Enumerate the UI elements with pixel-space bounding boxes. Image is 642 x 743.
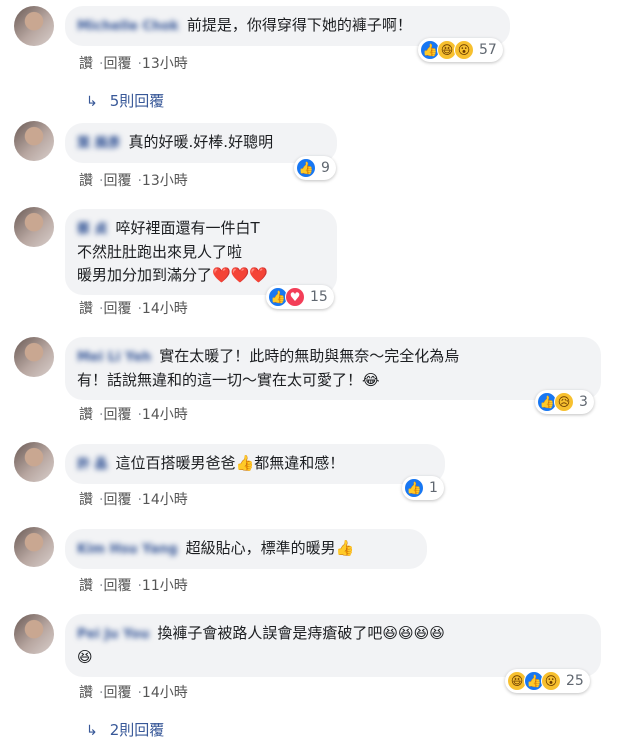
comment-actions: 讚 ·回覆 ·14小時 xyxy=(79,301,188,317)
avatar[interactable] xyxy=(14,337,54,377)
timestamp[interactable]: 14小時 xyxy=(142,492,188,508)
avatar[interactable] xyxy=(14,614,54,654)
comment-bubble: Pei Ju You 換褲子會被路人誤會是痔瘡破了吧😆😆😆😆 😆 xyxy=(65,614,601,677)
comment-line-1: 啐好裡面還有一件白T xyxy=(115,219,260,237)
reactions-summary[interactable]: 👍 1 xyxy=(402,476,444,500)
reaction-count: 3 xyxy=(579,394,588,410)
commenter-name[interactable]: Michelle Chok xyxy=(77,15,179,38)
reply-link[interactable]: 回覆 xyxy=(103,173,131,189)
comment-actions: 讚 ·回覆 ·14小時 xyxy=(79,407,188,423)
comment-line-2: 有！話說無違和的這一切～實在太可愛了！😂 xyxy=(77,371,380,389)
comment-text: 真的好暖.好棒.好聰明 xyxy=(128,133,274,151)
comment-line-1: 換褲子會被路人誤會是痔瘡破了吧😆😆😆😆 xyxy=(157,624,445,642)
comment-actions: 讚 ·回覆 ·13小時 xyxy=(79,56,188,72)
commenter-name[interactable]: Kim Hsu Yang xyxy=(77,538,178,561)
like-icon: 👍 xyxy=(404,478,424,498)
comment-line-2: 不然肚肚跑出來見人了啦 xyxy=(77,243,243,261)
reaction-count: 15 xyxy=(310,289,328,305)
reaction-count: 9 xyxy=(321,160,330,176)
reactions-summary[interactable]: 👍 ♥ 15 xyxy=(266,285,334,309)
comment-bubble: 葉 展彥 真的好暖.好棒.好聰明 xyxy=(65,123,337,163)
commenter-name[interactable]: 蔡 貞 xyxy=(77,218,108,241)
reply-arrow-icon: ↳ xyxy=(86,94,98,110)
timestamp[interactable]: 14小時 xyxy=(142,301,188,317)
timestamp[interactable]: 11小時 xyxy=(142,578,188,594)
reaction-count: 57 xyxy=(479,42,497,58)
like-icon: 👍 xyxy=(296,158,316,178)
view-replies[interactable]: ↳ 5則回覆 xyxy=(86,90,164,111)
reply-link[interactable]: 回覆 xyxy=(103,407,131,423)
comment-bubble: 許 晶這位百搭暖男爸爸👍都無違和感！ xyxy=(65,444,445,484)
comment-bubble: Kim Hsu Yang 超級貼心，標準的暖男👍 xyxy=(65,529,427,569)
like-link[interactable]: 讚 xyxy=(79,301,93,317)
like-link[interactable]: 讚 xyxy=(79,685,93,701)
avatar[interactable] xyxy=(14,442,54,482)
avatar[interactable] xyxy=(14,207,54,247)
view-replies[interactable]: ↳ 2則回覆 xyxy=(86,719,164,740)
comment-line-1: 實在太暖了！此時的無助與無奈～完全化為烏 xyxy=(159,347,460,365)
commenter-name[interactable]: 葉 展彥 xyxy=(77,132,121,155)
reactions-summary[interactable]: 👍 😥 3 xyxy=(535,390,594,414)
reaction-count: 1 xyxy=(429,480,438,496)
comment-line-2: 😆 xyxy=(77,648,93,666)
reactions-summary[interactable]: 👍 😆 😮 57 xyxy=(418,38,503,62)
comment-line-3: 暖男加分加到滿分了❤️❤️❤️ xyxy=(77,266,269,284)
comment-text: 超級貼心，標準的暖男👍 xyxy=(185,539,355,557)
comment-text: 前提是，你得穿得下她的褲子啊！ xyxy=(186,16,412,34)
reply-link[interactable]: 回覆 xyxy=(103,301,131,317)
avatar[interactable] xyxy=(14,6,54,46)
reply-link[interactable]: 回覆 xyxy=(103,685,131,701)
timestamp[interactable]: 13小時 xyxy=(142,56,188,72)
reaction-count: 25 xyxy=(566,673,584,689)
replies-label[interactable]: 2則回覆 xyxy=(110,721,165,739)
comment-actions: 讚 ·回覆 ·14小時 xyxy=(79,492,188,508)
commenter-name[interactable]: Pei Ju You xyxy=(77,623,149,646)
comment-actions: 讚 ·回覆 ·14小時 xyxy=(79,685,188,701)
avatar[interactable] xyxy=(14,527,54,567)
reply-arrow-icon: ↳ xyxy=(86,723,98,739)
replies-label[interactable]: 5則回覆 xyxy=(110,92,165,110)
wow-icon: 😮 xyxy=(541,671,561,691)
comment-bubble: Mei Li Yeh 實在太暖了！此時的無助與無奈～完全化為烏 有！話說無違和的這… xyxy=(65,337,601,400)
sad-icon: 😥 xyxy=(554,392,574,412)
like-link[interactable]: 讚 xyxy=(79,56,93,72)
like-link[interactable]: 讚 xyxy=(79,578,93,594)
comment-text: 這位百搭暖男爸爸👍都無違和感！ xyxy=(115,454,345,472)
wow-icon: 😮 xyxy=(454,40,474,60)
commenter-name[interactable]: Mei Li Yeh xyxy=(77,346,151,369)
timestamp[interactable]: 14小時 xyxy=(142,407,188,423)
reply-link[interactable]: 回覆 xyxy=(103,578,131,594)
like-link[interactable]: 讚 xyxy=(79,492,93,508)
reactions-summary[interactable]: 😆 👍 😮 25 xyxy=(505,669,590,693)
reply-link[interactable]: 回覆 xyxy=(103,492,131,508)
commenter-name[interactable]: 許 晶 xyxy=(77,453,108,476)
timestamp[interactable]: 14小時 xyxy=(142,685,188,701)
like-link[interactable]: 讚 xyxy=(79,407,93,423)
comment-actions: 讚 ·回覆 ·11小時 xyxy=(79,578,188,594)
reply-link[interactable]: 回覆 xyxy=(103,56,131,72)
comment-bubble: 蔡 貞啐好裡面還有一件白T 不然肚肚跑出來見人了啦 暖男加分加到滿分了❤️❤️❤… xyxy=(65,209,337,295)
love-icon: ♥ xyxy=(285,287,305,307)
comment-actions: 讚 ·回覆 ·13小時 xyxy=(79,173,188,189)
like-link[interactable]: 讚 xyxy=(79,173,93,189)
avatar[interactable] xyxy=(14,121,54,161)
timestamp[interactable]: 13小時 xyxy=(142,173,188,189)
reactions-summary[interactable]: 👍 9 xyxy=(294,156,336,180)
